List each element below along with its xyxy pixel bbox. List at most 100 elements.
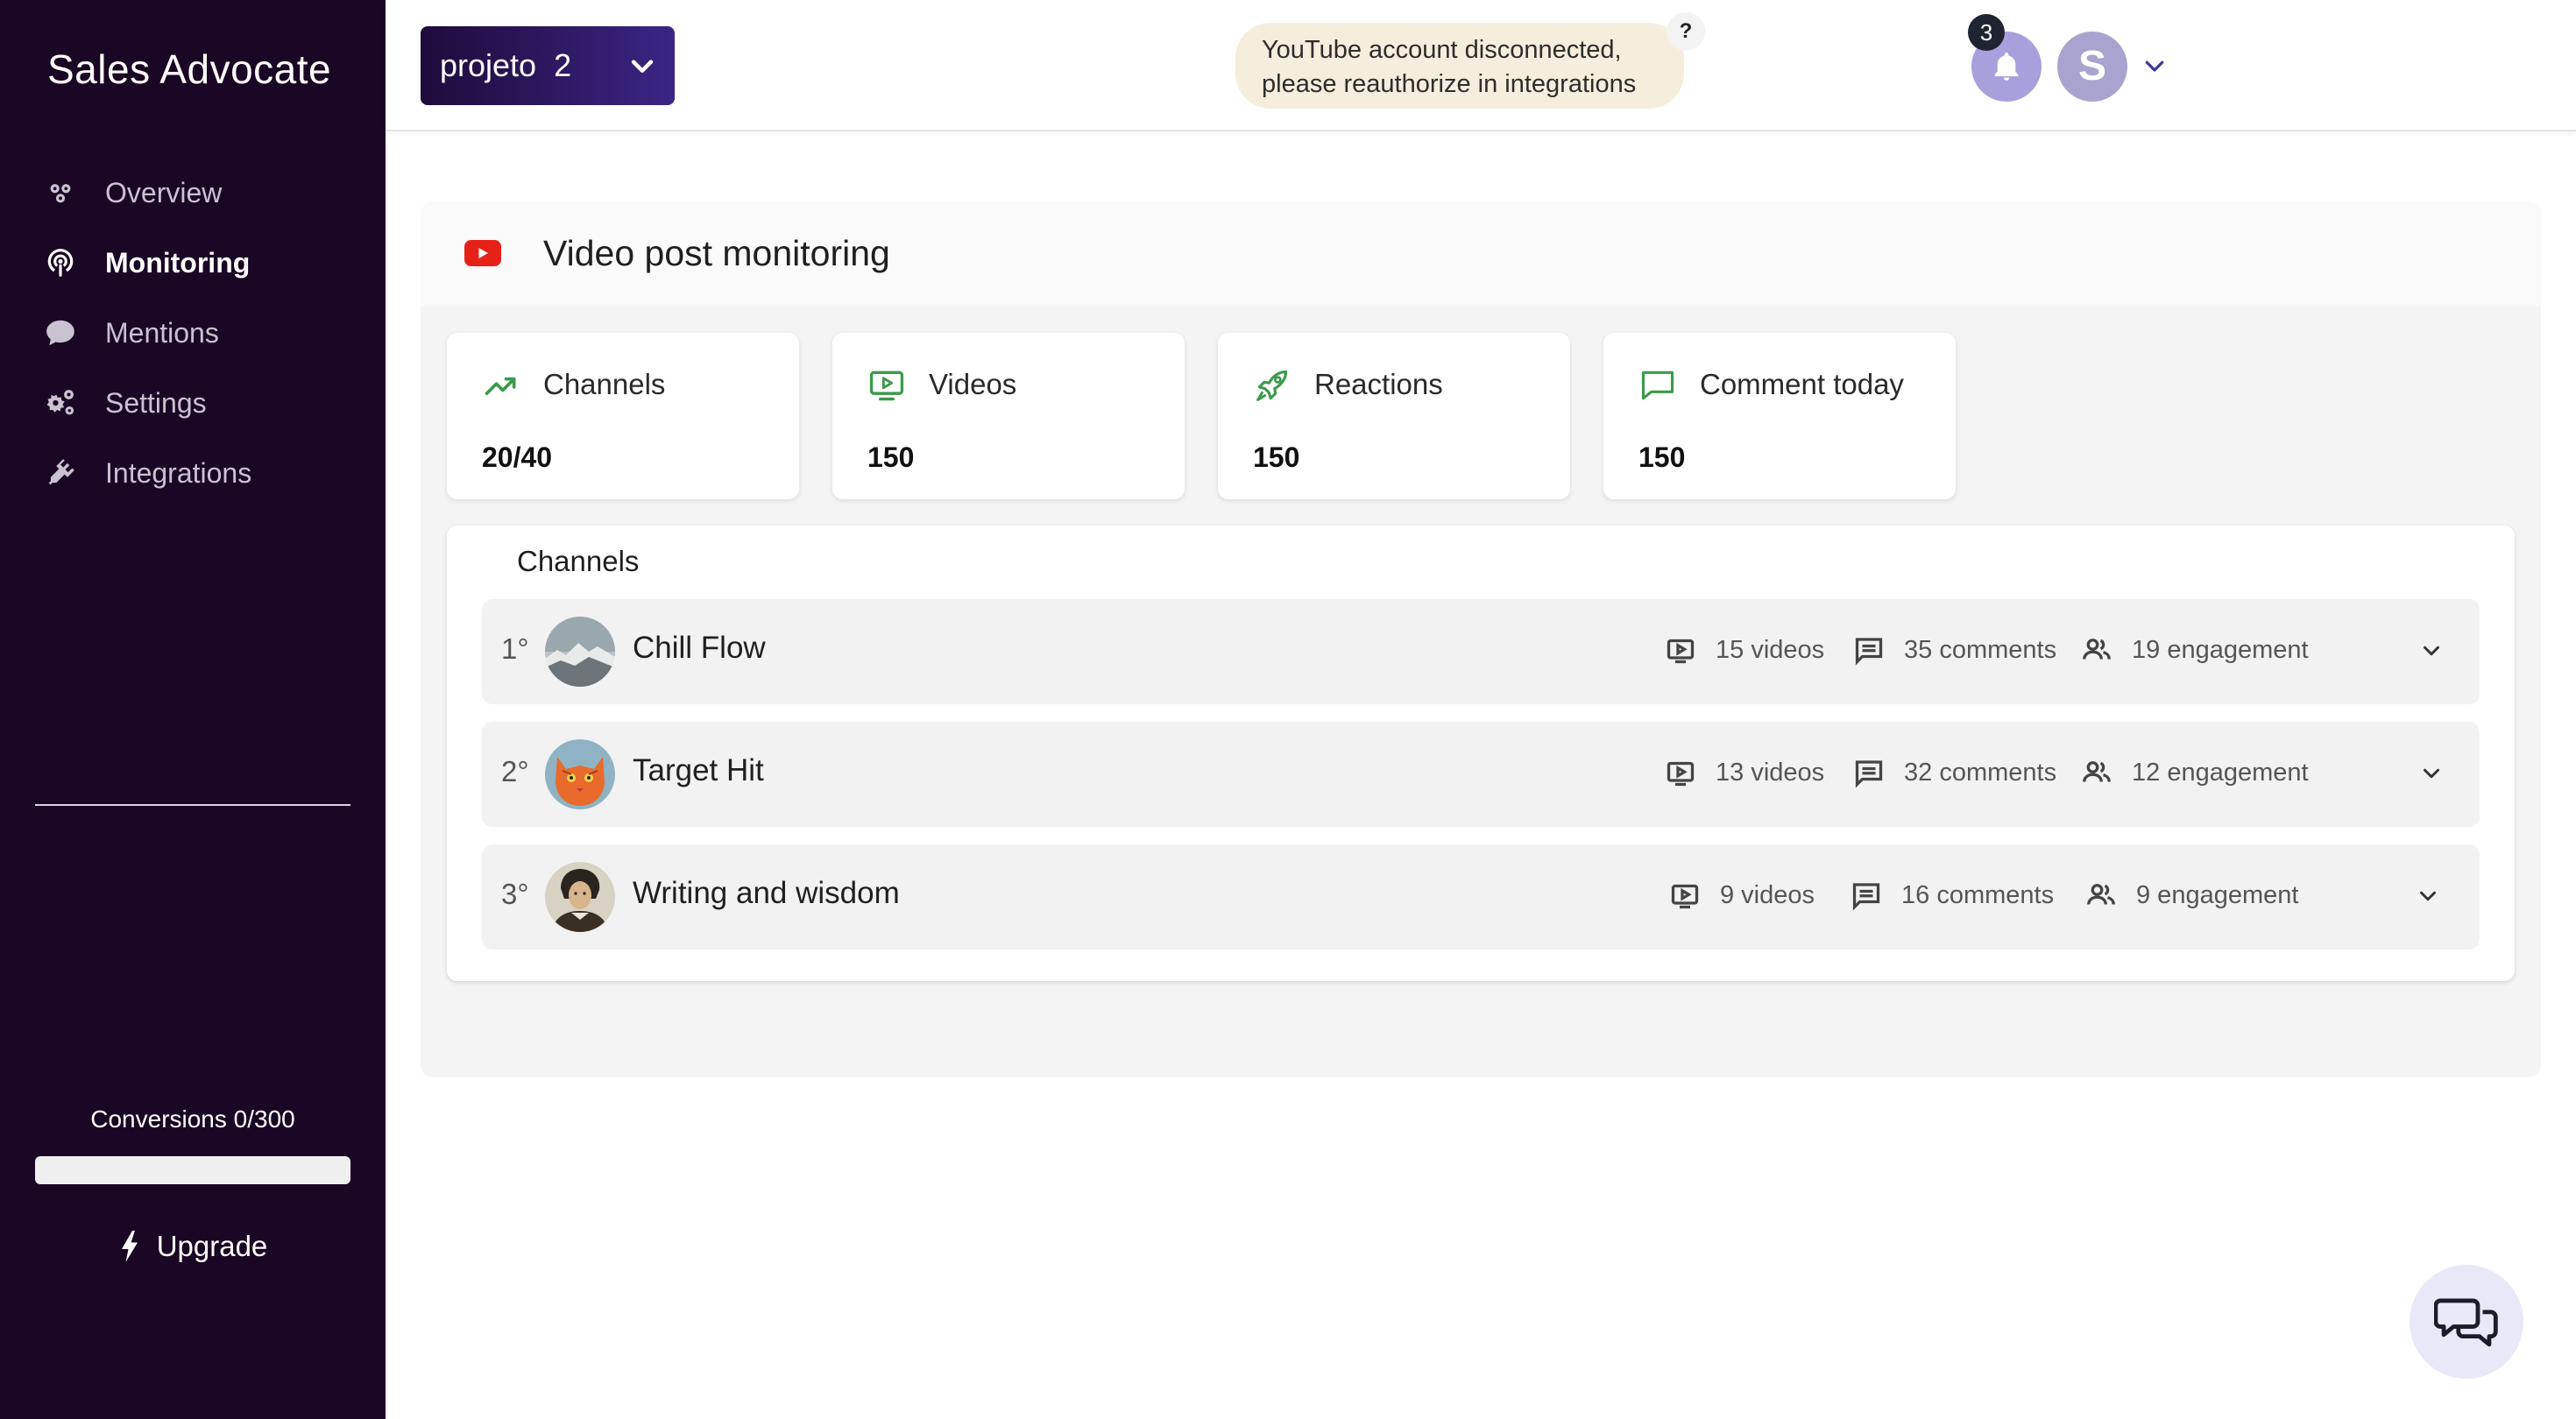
stat-card-videos: Videos 150 — [832, 333, 1185, 499]
sidebar-item-integrations[interactable]: Integrations — [0, 438, 386, 508]
users-icon — [2083, 639, 2111, 660]
comment-lines-icon — [1855, 760, 1883, 788]
card-label: Channels — [543, 368, 666, 400]
upgrade-label: Upgrade — [156, 1230, 268, 1262]
channel-videos-stat: 9 videos — [1669, 879, 1815, 911]
sidebar: Sales Advocate Overview Monitoring Menti… — [0, 0, 386, 1419]
video-screen-icon — [869, 371, 904, 401]
trending-up-icon — [485, 377, 516, 395]
brand-logo: Sales Advocate — [47, 46, 332, 92]
card-value: 150 — [1638, 441, 1686, 473]
sidebar-item-label: Settings — [105, 386, 207, 419]
conversions-progress-bar — [35, 1156, 350, 1184]
comment-icon — [1641, 371, 1674, 400]
alert-text: YouTube account disconnected, please rea… — [1262, 36, 1637, 98]
channel-videos: 13 videos — [1716, 758, 1825, 787]
comment-lines-icon — [1855, 638, 1883, 666]
rocket-icon — [1256, 370, 1288, 401]
channel-engagement: 9 engagement — [2136, 880, 2299, 909]
channel-avatar — [545, 739, 615, 809]
channel-comments: 32 comments — [1904, 758, 2057, 787]
channel-rank: 2° — [501, 755, 529, 787]
panel-header: Video post monitoring — [421, 201, 2541, 307]
overview-icon — [42, 174, 79, 211]
channel-name: Writing and wisdom — [633, 876, 900, 910]
user-menu-chevron-icon[interactable] — [2141, 53, 2168, 79]
gears-icon — [42, 385, 79, 421]
card-label: Comment today — [1700, 368, 1904, 400]
users-icon — [2087, 884, 2115, 905]
channel-rank: 3° — [501, 878, 529, 910]
monitoring-icon — [42, 244, 79, 281]
monitoring-panel: Video post monitoring Channels 20/40 Vid… — [421, 201, 2541, 1077]
channels-title: Channels — [517, 545, 640, 577]
sidebar-item-mentions[interactable]: Mentions — [0, 298, 386, 368]
users-icon — [2083, 761, 2111, 782]
channel-comments-stat: 16 comments — [1851, 879, 2054, 911]
topbar: projeto 2 YouTube account disconnected, … — [386, 0, 2576, 131]
sidebar-item-label: Monitoring — [105, 246, 251, 279]
channel-engagement-stat: 9 engagement — [2085, 879, 2298, 911]
help-icon[interactable]: ? — [1667, 12, 1705, 51]
channel-videos-stat: 15 videos — [1665, 634, 1824, 666]
stat-card-reactions: Reactions 150 — [1218, 333, 1570, 499]
card-label: Reactions — [1314, 368, 1443, 400]
video-icon — [1667, 761, 1695, 787]
channel-name: Target Hit — [633, 753, 764, 787]
channel-engagement: 19 engagement — [2132, 635, 2309, 664]
sidebar-item-overview[interactable]: Overview — [0, 158, 386, 228]
conversions-label: Conversions 0/300 — [90, 1105, 295, 1133]
card-value: 150 — [1253, 441, 1300, 473]
video-icon — [1667, 639, 1695, 664]
stat-card-comments: Comment today 150 — [1603, 333, 1956, 499]
sidebar-item-label: Overview — [105, 176, 223, 208]
lightning-icon — [121, 1231, 138, 1262]
youtube-icon — [464, 240, 501, 266]
stat-card-channels: Channels 20/40 — [447, 333, 799, 499]
sidebar-item-label: Integrations — [105, 456, 252, 489]
sidebar-item-label: Mentions — [105, 316, 219, 349]
channel-row[interactable]: 2° Target Hit 13 videos 32 comments 12 e… — [482, 722, 2480, 827]
channels-list: Channels 1° Chill Flow 15 videos 35 comm… — [447, 526, 2515, 981]
channel-comments: 35 comments — [1904, 635, 2057, 664]
channel-videos: 15 videos — [1716, 635, 1825, 664]
chat-bubbles-icon — [2434, 1298, 2498, 1347]
channel-engagement-stat: 19 engagement — [2081, 634, 2309, 666]
chat-bubble-icon — [42, 314, 79, 351]
channel-comments-stat: 35 comments — [1853, 634, 2056, 666]
project-name: projeto 2 — [440, 47, 572, 83]
comment-lines-icon — [1852, 883, 1880, 911]
chevron-down-icon[interactable] — [2418, 760, 2445, 787]
channel-videos-stat: 13 videos — [1665, 757, 1824, 788]
user-avatar[interactable]: S — [2057, 32, 2127, 102]
support-chat-button[interactable] — [2410, 1265, 2523, 1379]
channel-rank: 1° — [501, 632, 529, 665]
channel-engagement-stat: 12 engagement — [2081, 757, 2309, 788]
channel-name: Chill Flow — [633, 631, 766, 665]
channel-avatar — [545, 617, 615, 687]
card-value: 20/40 — [482, 441, 553, 473]
chevron-down-icon[interactable] — [2415, 883, 2441, 909]
integration-alert: YouTube account disconnected, please rea… — [1235, 23, 1684, 109]
plug-icon — [42, 455, 79, 491]
channel-avatar — [545, 862, 615, 932]
notification-count-badge: 3 — [1968, 14, 2005, 51]
sidebar-item-monitoring[interactable]: Monitoring — [0, 228, 386, 298]
channel-row[interactable]: 1° Chill Flow 15 videos 35 comments 19 e… — [482, 599, 2480, 704]
video-icon — [1671, 884, 1699, 909]
project-selector[interactable]: projeto 2 — [421, 26, 675, 105]
channel-engagement: 12 engagement — [2132, 758, 2309, 787]
channel-comments: 16 comments — [1901, 880, 2055, 909]
chevron-down-icon — [631, 60, 654, 73]
bell-icon — [1994, 53, 2019, 81]
card-value: 150 — [867, 441, 915, 473]
channel-videos: 9 videos — [1720, 880, 1815, 909]
chevron-down-icon[interactable] — [2418, 638, 2445, 664]
card-label: Videos — [929, 368, 1017, 400]
sidebar-divider — [35, 804, 350, 806]
channel-row[interactable]: 3° Writing and wisdom 9 videos 16 commen… — [482, 844, 2480, 950]
page-title: Video post monitoring — [543, 233, 890, 273]
sidebar-nav: Overview Monitoring Mentions Settings In… — [0, 158, 386, 508]
sidebar-item-settings[interactable]: Settings — [0, 368, 386, 438]
upgrade-button[interactable]: Upgrade — [0, 1230, 386, 1263]
